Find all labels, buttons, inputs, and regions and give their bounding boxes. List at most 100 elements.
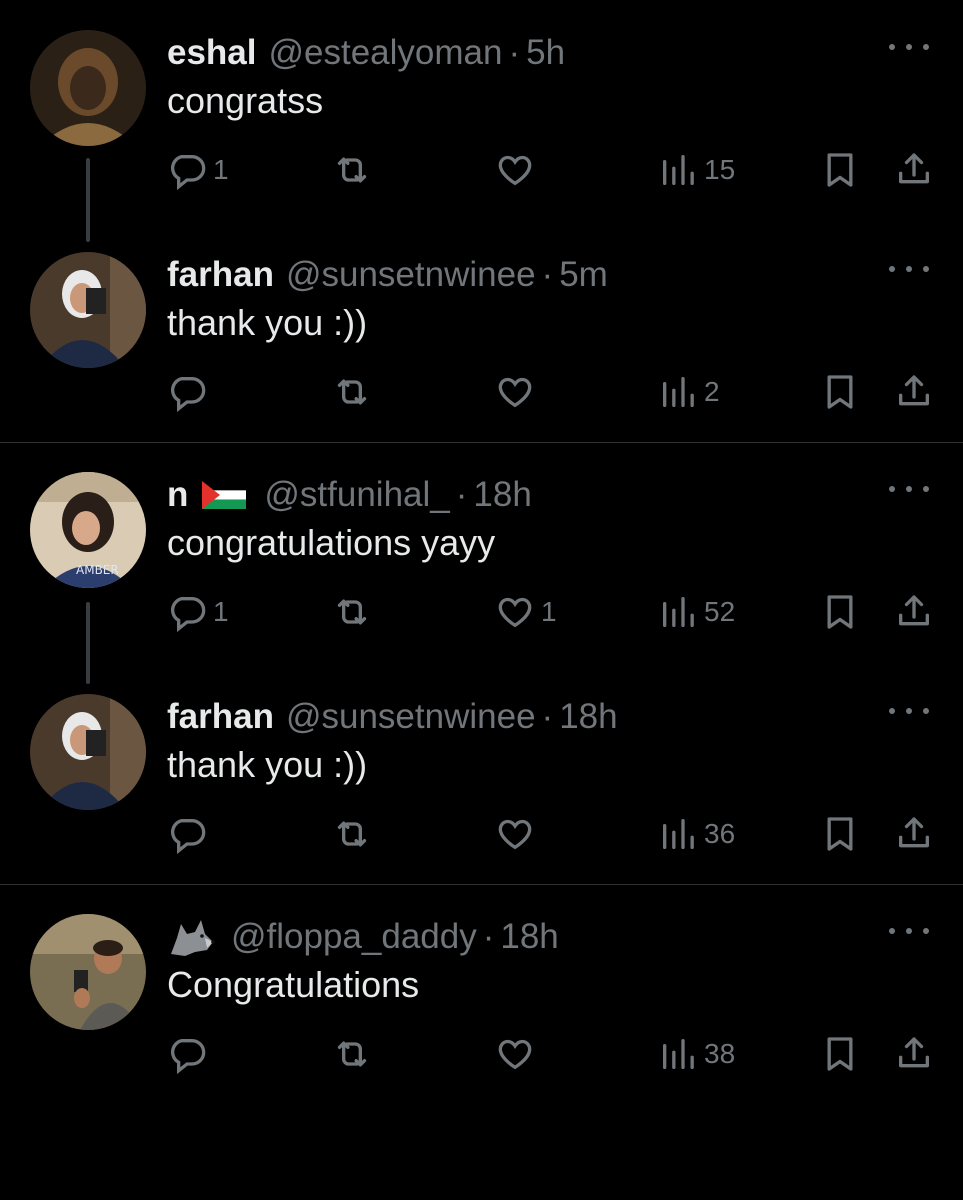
retweet-button[interactable] bbox=[332, 1032, 372, 1076]
action-bar: 36 bbox=[0, 812, 963, 856]
reply-icon bbox=[167, 814, 207, 854]
like-count: 1 bbox=[541, 596, 557, 627]
more-icon[interactable] bbox=[889, 32, 929, 62]
like-button[interactable] bbox=[495, 1032, 541, 1076]
views-button[interactable]: 36 bbox=[658, 812, 735, 856]
views-count: 38 bbox=[704, 1038, 736, 1069]
separator-dot: · bbox=[541, 255, 554, 294]
username[interactable]: @stfunihal_ bbox=[264, 475, 449, 515]
reply-count: 1 bbox=[213, 154, 229, 185]
heart-icon bbox=[495, 372, 535, 412]
display-name[interactable]: n bbox=[167, 475, 188, 515]
share-icon bbox=[894, 150, 934, 190]
display-name[interactable]: eshal bbox=[167, 33, 257, 73]
reply-button[interactable]: 1 bbox=[167, 148, 229, 192]
tweet-header: farhan @sunsetnwinee · 18h bbox=[167, 694, 618, 740]
retweet-button[interactable] bbox=[332, 370, 372, 414]
retweet-icon bbox=[332, 592, 372, 632]
separator-dot: · bbox=[508, 33, 521, 72]
retweet-icon bbox=[332, 814, 372, 854]
bookmark-button[interactable] bbox=[820, 370, 860, 414]
bookmark-button[interactable] bbox=[820, 148, 860, 192]
reply-count: 1 bbox=[213, 596, 229, 627]
bookmark-icon bbox=[820, 1034, 860, 1074]
reply-icon bbox=[167, 592, 207, 632]
reply-button[interactable] bbox=[167, 812, 213, 856]
username[interactable]: @sunsetnwinee bbox=[286, 697, 536, 737]
bookmark-icon bbox=[820, 372, 860, 412]
divider bbox=[0, 884, 963, 885]
share-icon bbox=[894, 592, 934, 632]
avatar[interactable] bbox=[30, 914, 146, 1030]
more-icon[interactable] bbox=[889, 916, 929, 946]
timestamp[interactable]: 18h bbox=[559, 697, 617, 737]
action-bar: 38 bbox=[0, 1032, 963, 1076]
share-button[interactable] bbox=[894, 148, 934, 192]
timestamp[interactable]: 5h bbox=[526, 33, 565, 73]
tweet-header: eshal @estealyoman · 5h bbox=[167, 30, 565, 76]
share-button[interactable] bbox=[894, 812, 934, 856]
like-button[interactable]: 1 bbox=[495, 590, 557, 634]
tweet-text: thank you :)) bbox=[167, 302, 368, 343]
more-icon[interactable] bbox=[889, 696, 929, 726]
bookmark-button[interactable] bbox=[820, 812, 860, 856]
username[interactable]: @sunsetnwinee bbox=[286, 255, 536, 295]
share-button[interactable] bbox=[894, 370, 934, 414]
share-icon bbox=[894, 814, 934, 854]
timestamp[interactable]: 5m bbox=[559, 255, 608, 295]
timestamp[interactable]: 18h bbox=[500, 917, 558, 957]
reply-button[interactable]: 1 bbox=[167, 590, 229, 634]
share-button[interactable] bbox=[894, 590, 934, 634]
views-button[interactable]: 2 bbox=[658, 370, 720, 414]
views-count: 2 bbox=[704, 376, 720, 407]
separator-dot: · bbox=[541, 697, 554, 736]
display-name[interactable]: farhan bbox=[167, 255, 274, 295]
palestine-flag-icon bbox=[202, 481, 247, 509]
retweet-button[interactable] bbox=[332, 148, 372, 192]
svg-text:AMBER: AMBER bbox=[76, 563, 119, 577]
views-button[interactable]: 52 bbox=[658, 590, 735, 634]
views-count: 52 bbox=[704, 596, 736, 627]
display-name[interactable]: farhan bbox=[167, 697, 274, 737]
views-button[interactable]: 15 bbox=[658, 148, 735, 192]
retweet-icon bbox=[332, 1034, 372, 1074]
bookmark-button[interactable] bbox=[820, 590, 860, 634]
views-icon bbox=[658, 814, 698, 854]
share-button[interactable] bbox=[894, 1032, 934, 1076]
avatar[interactable] bbox=[30, 252, 146, 368]
reply-button[interactable] bbox=[167, 370, 213, 414]
retweet-button[interactable] bbox=[332, 590, 372, 634]
heart-icon bbox=[495, 150, 535, 190]
retweet-icon bbox=[332, 372, 372, 412]
reply-icon bbox=[167, 372, 207, 412]
views-icon bbox=[658, 150, 698, 190]
divider bbox=[0, 442, 963, 443]
like-button[interactable] bbox=[495, 370, 541, 414]
action-bar: 2 bbox=[0, 370, 963, 414]
more-icon[interactable] bbox=[889, 474, 929, 504]
like-button[interactable] bbox=[495, 148, 541, 192]
reply-icon bbox=[167, 1034, 207, 1074]
views-button[interactable]: 38 bbox=[658, 1032, 735, 1076]
views-icon bbox=[658, 592, 698, 632]
reply-button[interactable] bbox=[167, 1032, 213, 1076]
avatar[interactable]: AMBER bbox=[30, 472, 146, 588]
bookmark-icon bbox=[820, 592, 860, 632]
heart-icon bbox=[495, 592, 535, 632]
bookmark-icon bbox=[820, 150, 860, 190]
views-count: 36 bbox=[704, 818, 736, 849]
bookmark-button[interactable] bbox=[820, 1032, 860, 1076]
like-button[interactable] bbox=[495, 812, 541, 856]
avatar[interactable] bbox=[30, 30, 146, 146]
action-bar: 1 1 52 bbox=[0, 590, 963, 634]
share-icon bbox=[894, 372, 934, 412]
tweet-header: farhan @sunsetnwinee · 5m bbox=[167, 252, 608, 298]
avatar[interactable] bbox=[30, 694, 146, 810]
username[interactable]: @floppa_daddy bbox=[231, 917, 477, 957]
retweet-button[interactable] bbox=[332, 812, 372, 856]
wolf-icon bbox=[171, 920, 215, 956]
timestamp[interactable]: 18h bbox=[473, 475, 531, 515]
more-icon[interactable] bbox=[889, 254, 929, 284]
separator-dot: · bbox=[455, 475, 468, 514]
username[interactable]: @estealyoman bbox=[269, 33, 503, 73]
